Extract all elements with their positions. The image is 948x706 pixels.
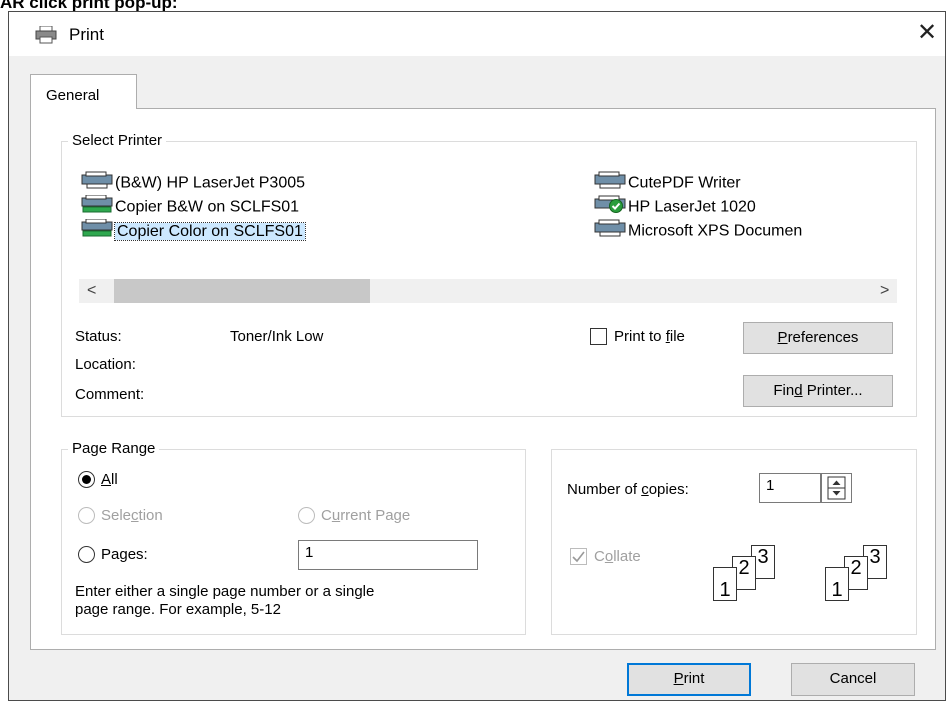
cancel-button[interactable]: Cancel [791, 663, 915, 696]
status-value: Toner/Ink Low [230, 328, 324, 345]
close-icon[interactable]: ✕ [911, 18, 943, 50]
comment-label: Comment: [75, 386, 145, 403]
location-label: Location: [75, 356, 136, 373]
collate-sheet-1: 1 [713, 567, 737, 601]
tab-general[interactable]: General [30, 74, 137, 109]
printer-icon [594, 219, 626, 241]
printer-icon [35, 25, 57, 49]
copies-spinner[interactable] [821, 473, 852, 503]
all-label: All [101, 471, 118, 488]
general-tab-panel: Select Printer (B&W) HP LaserJet P3005 C… [30, 108, 936, 650]
printer-item[interactable]: CutePDF Writer [594, 171, 741, 193]
printer-name: HP LaserJet 1020 [628, 198, 756, 216]
network-printer-icon [81, 218, 113, 244]
collate-sheet-1: 1 [825, 567, 849, 601]
dialog-title: Print [69, 25, 104, 44]
page-range-label: Page Range [68, 440, 160, 457]
all-radio[interactable] [78, 471, 95, 488]
find-printer-button[interactable]: Find Printer... [743, 375, 893, 407]
pages-label: Pages: [101, 546, 148, 563]
page-range-hint-line1: Enter either a single page number or a s… [75, 583, 375, 600]
copies-input[interactable]: 1 [759, 473, 821, 503]
selection-radio[interactable] [78, 507, 95, 524]
current-page-label: Current Page [321, 507, 411, 524]
title-bar: Print ✕ [9, 12, 945, 56]
printer-item[interactable]: Copier B&W on SCLFS01 [81, 194, 300, 220]
printer-name: Microsoft XPS Documen [628, 222, 803, 240]
default-printer-icon [594, 195, 626, 220]
preferences-button[interactable]: Preferences [743, 322, 893, 354]
print-dialog: Print ✕ General Select Printer (B&W) HP … [8, 11, 946, 701]
number-of-copies-label: Number of copies: [567, 481, 689, 498]
collate-label: Collate [594, 548, 641, 565]
pages-input[interactable]: 1 [298, 540, 478, 570]
page-range-hint-line2: page range. For example, 5-12 [75, 601, 281, 618]
printer-name: (B&W) HP LaserJet P3005 [115, 174, 306, 192]
printer-item-selected[interactable]: Copier Color on SCLFS01 [81, 218, 306, 244]
print-to-file-label: Print to file [614, 328, 685, 345]
printer-icon [594, 171, 626, 196]
printer-item[interactable]: Microsoft XPS Documen [594, 219, 910, 241]
printer-item[interactable]: (B&W) HP LaserJet P3005 [81, 171, 305, 193]
printer-name: Copier B&W on SCLFS01 [115, 198, 300, 216]
printer-name: CutePDF Writer [628, 174, 741, 192]
checkmark-icon [572, 551, 585, 563]
scroll-right-icon[interactable]: > [880, 282, 889, 300]
printer-name: Copier Color on SCLFS01 [114, 221, 306, 241]
network-printer-icon [81, 194, 113, 220]
spinner-arrows-icon [827, 476, 846, 500]
collate-checkbox[interactable] [570, 548, 587, 565]
print-button[interactable]: Print [627, 663, 751, 696]
copies-group [551, 449, 917, 635]
printer-icon [81, 171, 113, 196]
current-page-radio[interactable] [298, 507, 315, 524]
select-printer-label: Select Printer [68, 132, 167, 149]
scrollbar-thumb[interactable] [114, 279, 370, 303]
scroll-left-icon[interactable]: < [87, 282, 96, 300]
selection-label: Selection [101, 507, 163, 524]
pages-radio[interactable] [78, 546, 95, 563]
printer-item[interactable]: HP LaserJet 1020 [594, 195, 756, 217]
status-label: Status: [75, 328, 122, 345]
print-to-file-checkbox[interactable] [590, 328, 607, 345]
